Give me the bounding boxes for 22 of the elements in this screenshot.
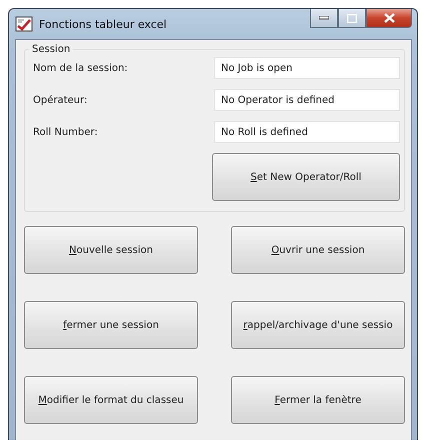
set-operator-button[interactable]: Set New Operator/Roll	[212, 153, 400, 201]
close-icon	[384, 13, 394, 23]
text-field[interactable]: No Job is open	[214, 57, 400, 79]
group-legend: Session	[29, 44, 74, 55]
text-field[interactable]: No Roll is defined	[214, 121, 400, 143]
text-field[interactable]: No Operator is defined	[214, 89, 400, 111]
action-button[interactable]: fermer une session	[24, 301, 198, 349]
action-button[interactable]: rappel/archivage d'une sessio	[231, 301, 405, 349]
window-title: Fonctions tableur excel	[39, 18, 167, 30]
action-button[interactable]: Nouvelle session	[24, 226, 198, 274]
action-button[interactable]: Modifier le format du classeu	[24, 376, 198, 424]
app-icon	[15, 16, 33, 32]
field-label: Nom de la session:	[33, 62, 128, 74]
field-label: Roll Number:	[33, 126, 98, 138]
minimize-button[interactable]	[310, 9, 338, 28]
minimize-icon	[319, 16, 329, 20]
action-button[interactable]: Ouvrir une session	[231, 226, 405, 274]
maximize-icon	[347, 14, 357, 22]
field-label: Opérateur:	[33, 94, 88, 106]
action-button[interactable]: Fermer la fenètre	[231, 376, 405, 424]
close-button[interactable]	[366, 9, 412, 28]
maximize-button[interactable]	[338, 9, 366, 28]
